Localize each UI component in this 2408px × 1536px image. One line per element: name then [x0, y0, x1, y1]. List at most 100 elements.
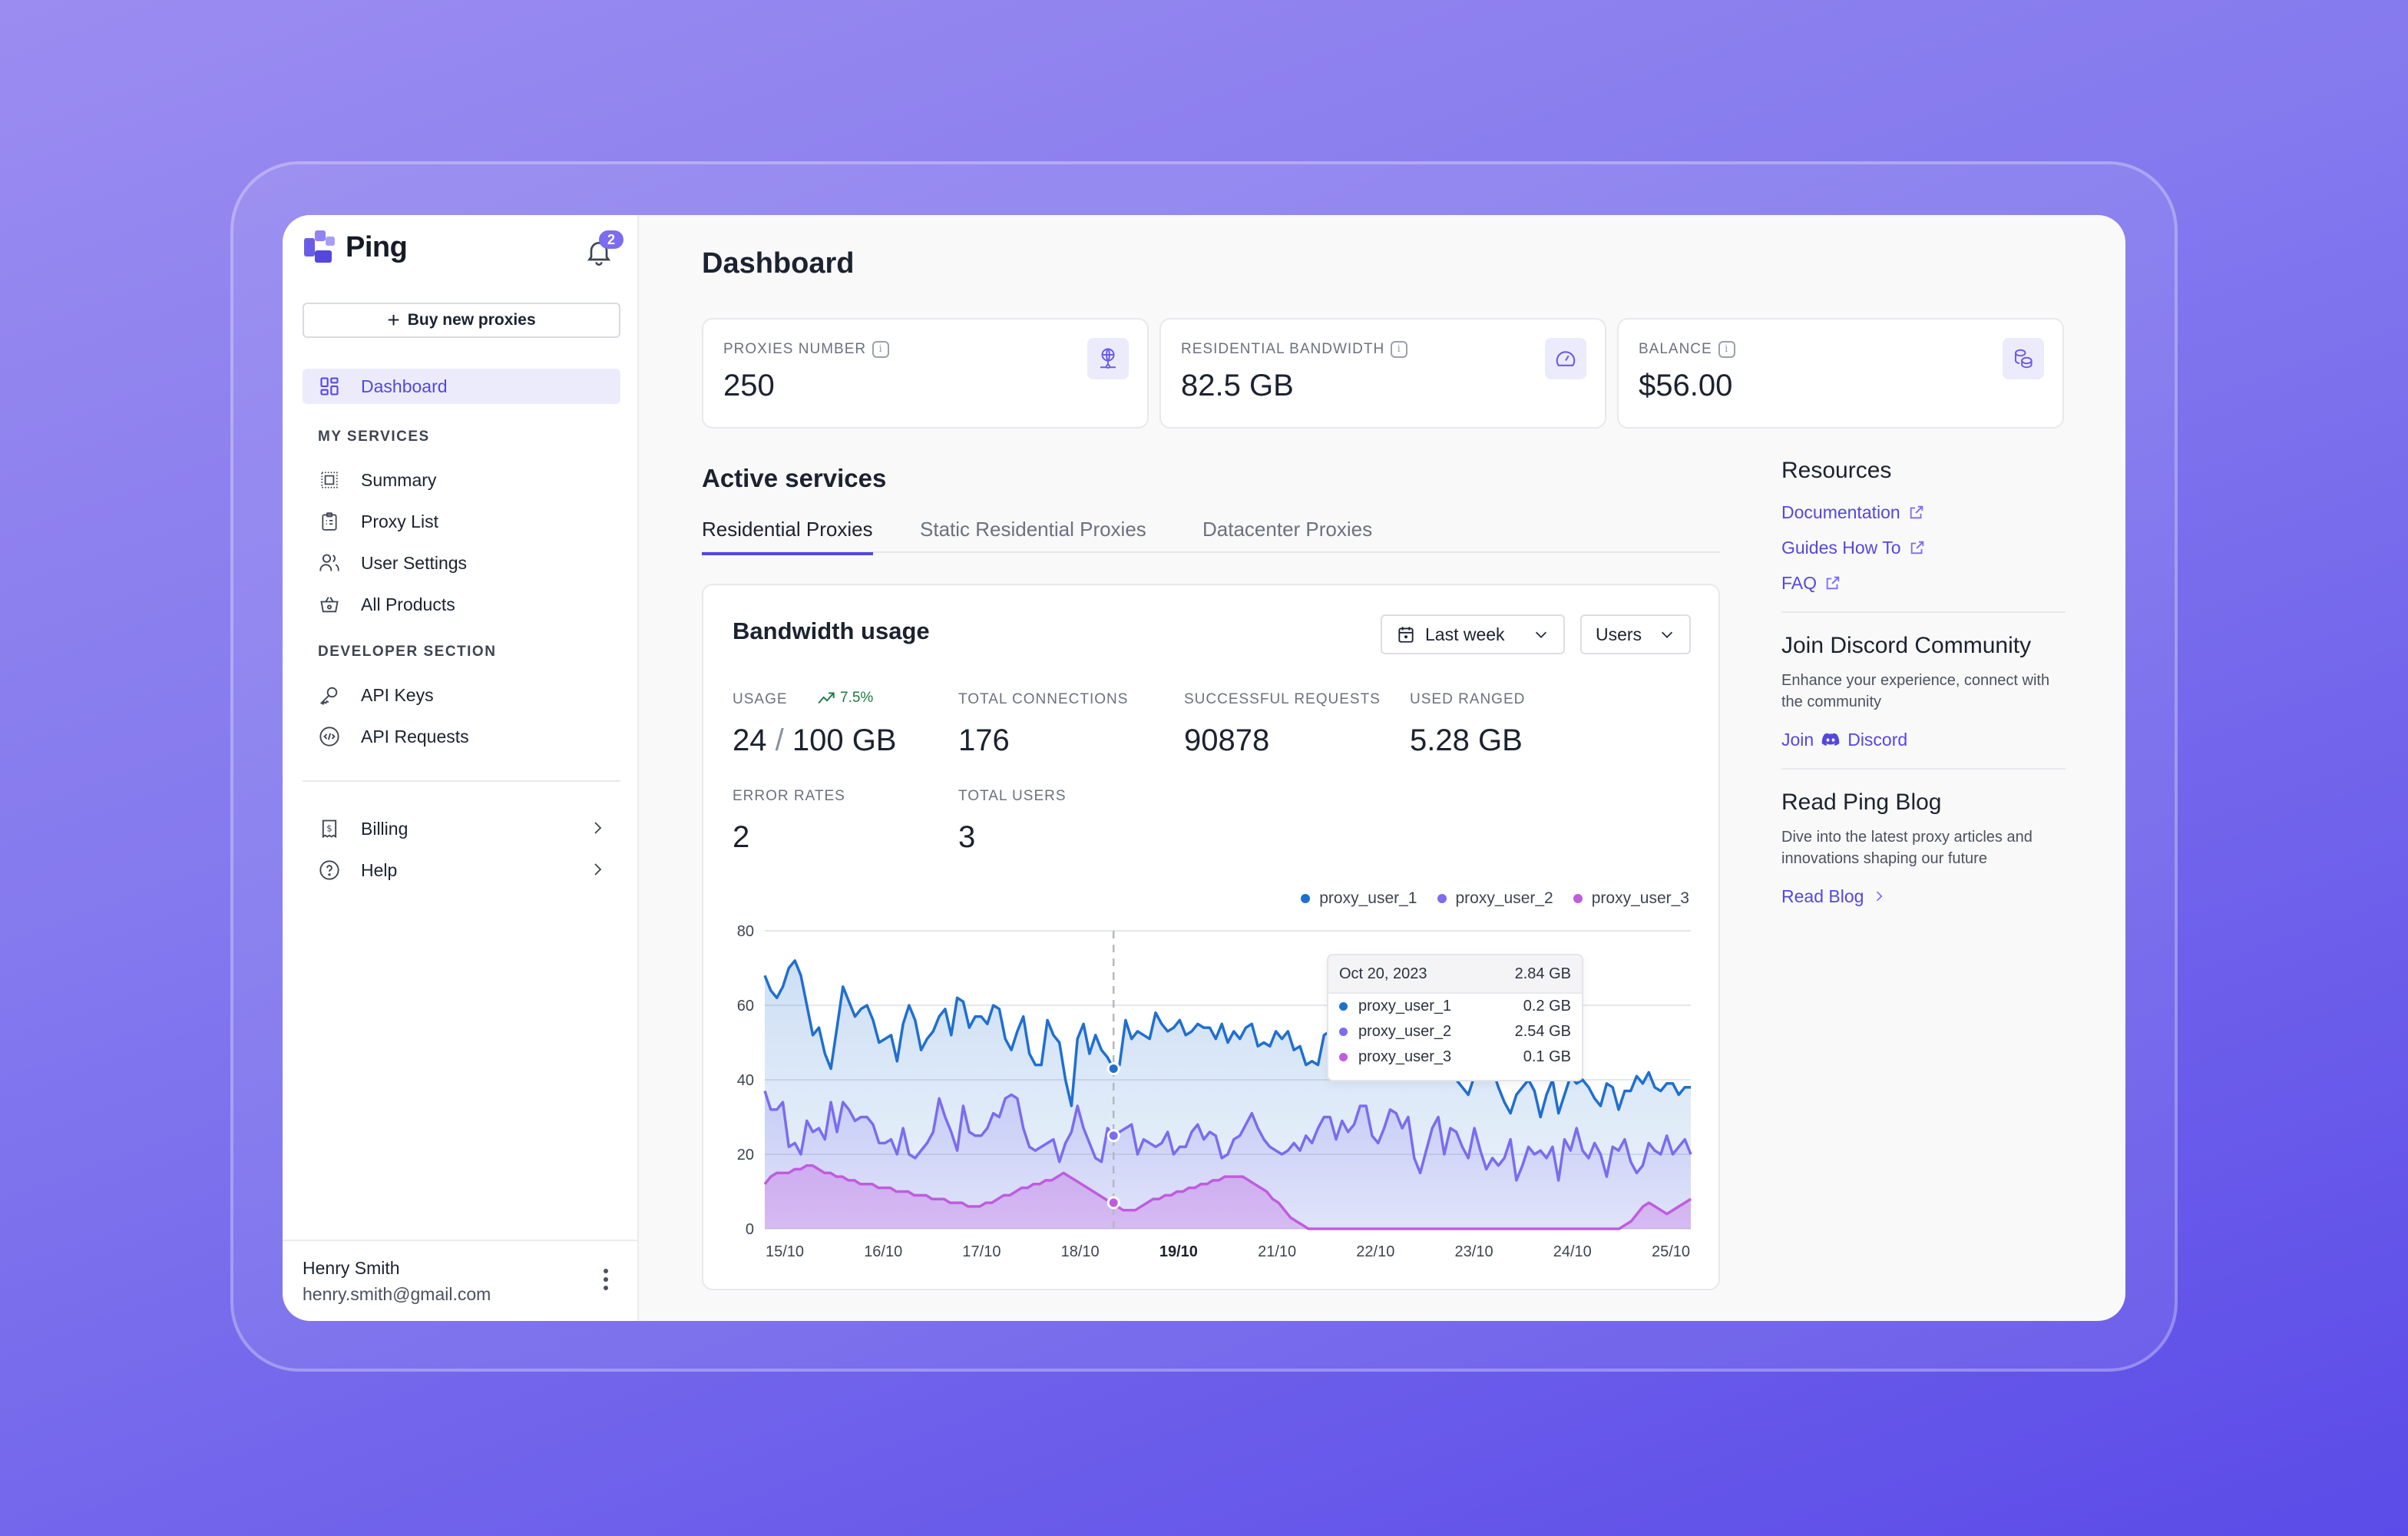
- sidebar-item-dashboard[interactable]: Dashboard: [303, 369, 620, 404]
- clipboard-list-icon: [316, 508, 342, 535]
- legend-dot: [1301, 894, 1311, 903]
- period-select[interactable]: Last week: [1381, 614, 1565, 654]
- calendar-icon: [1398, 627, 1414, 643]
- sidebar-item-label: All Products: [361, 594, 455, 614]
- sidebar-item-billing[interactable]: $ Billing: [303, 811, 620, 846]
- usage-total: 100 GB: [792, 723, 897, 757]
- tooltip-header: Oct 20, 2023 2.84 GB: [1328, 955, 1582, 994]
- metric-label-ranged: USED RANGED: [1410, 691, 1526, 707]
- sidebar-item-api-requests[interactable]: API Requests: [303, 719, 620, 754]
- metric-value-errors: 2: [733, 820, 750, 854]
- metric-value-connections: 176: [958, 723, 1010, 757]
- more-vertical-icon[interactable]: [602, 1269, 610, 1293]
- stat-label: RESIDENTIAL BANDWIDTH: [1181, 341, 1385, 357]
- page-title: Dashboard: [702, 247, 855, 280]
- legend-label: proxy_user_3: [1591, 889, 1689, 907]
- info-icon[interactable]: i: [872, 341, 890, 358]
- y-tick-label: 80: [737, 923, 754, 940]
- link-label: Join: [1781, 729, 1814, 750]
- globe-network-icon: [1087, 338, 1129, 379]
- sidebar-item-user-settings[interactable]: User Settings: [303, 545, 620, 581]
- tooltip-series-value: 0.2 GB: [1523, 998, 1571, 1015]
- metric-label-connections: TOTAL CONNECTIONS: [958, 691, 1129, 707]
- users-icon: [316, 550, 342, 576]
- legend-item[interactable]: proxy_user_1: [1301, 889, 1417, 908]
- tooltip-dot: [1339, 1028, 1348, 1036]
- tooltip-row: proxy_user_3 0.1 GB: [1328, 1044, 1582, 1070]
- usage-trend: 7.5%: [817, 690, 873, 707]
- stat-label-wrap: RESIDENTIAL BANDWIDTH i: [1181, 341, 1408, 358]
- basket-icon: [316, 591, 342, 617]
- card-title: Bandwidth usage: [733, 617, 930, 644]
- metric-label-errors: ERROR RATES: [733, 788, 845, 804]
- sidebar-item-help[interactable]: Help: [303, 852, 620, 888]
- sidebar-item-label: Help: [361, 859, 398, 880]
- x-tick-label: 23/10: [1455, 1243, 1493, 1260]
- group-select[interactable]: Users: [1580, 614, 1691, 654]
- hover-marker: [1106, 1129, 1120, 1143]
- user-name: Henry Smith: [303, 1258, 400, 1278]
- y-tick-label: 60: [737, 998, 754, 1015]
- legend-label: proxy_user_1: [1319, 889, 1417, 907]
- sidebar-item-label: Summary: [361, 469, 437, 490]
- sidebar-item-all-products[interactable]: All Products: [303, 587, 620, 622]
- tooltip-series-value: 0.1 GB: [1523, 1048, 1571, 1065]
- resources-title: Resources: [1781, 458, 1892, 483]
- plus-icon: +: [387, 308, 400, 332]
- usage-used: 24: [733, 723, 767, 757]
- stat-card-proxies: PROXIES NUMBER i 250: [702, 318, 1149, 429]
- info-icon[interactable]: i: [1718, 341, 1735, 358]
- tooltip-series-value: 2.54 GB: [1514, 1023, 1571, 1040]
- link-label: Read Blog: [1781, 886, 1864, 906]
- chevron-down-icon: [1661, 631, 1673, 638]
- chart-legend: proxy_user_1 proxy_user_2 proxy_user_3: [1301, 889, 1689, 908]
- x-tick-label: 25/10: [1652, 1243, 1690, 1260]
- x-tick-label: 19/10: [1159, 1243, 1198, 1260]
- sidebar-item-label: API Keys: [361, 684, 434, 705]
- bandwidth-usage-card: Bandwidth usage Last week Users USAGE 7.…: [702, 584, 1720, 1290]
- x-tick-label: 16/10: [864, 1243, 902, 1260]
- tab-residential-proxies[interactable]: Residential Proxies: [702, 518, 873, 555]
- trending-up-icon: [818, 692, 835, 704]
- stat-value: 82.5 GB: [1181, 369, 1294, 402]
- section-label-my-services: MY SERVICES: [318, 429, 430, 445]
- link-documentation[interactable]: Documentation: [1781, 495, 2066, 530]
- coins-icon: [2003, 338, 2044, 379]
- hover-marker: [1106, 1061, 1120, 1075]
- link-label: FAQ: [1781, 572, 1818, 593]
- stat-value: 250: [723, 369, 775, 402]
- hover-marker: [1106, 1196, 1120, 1210]
- stat-card-balance: BALANCE i $56.00: [1617, 318, 2064, 429]
- buy-new-proxies-button[interactable]: + Buy new proxies: [303, 303, 620, 338]
- tab-static-residential-proxies[interactable]: Static Residential Proxies: [920, 518, 1146, 552]
- link-faq[interactable]: FAQ: [1781, 565, 2066, 601]
- logo[interactable]: Ping: [304, 230, 408, 264]
- discord-title: Join Discord Community: [1781, 633, 2032, 658]
- sidebar-item-proxy-list[interactable]: Proxy List: [303, 504, 620, 539]
- sidebar-item-api-keys[interactable]: API Keys: [303, 677, 620, 713]
- active-services-title: Active services: [702, 464, 887, 492]
- user-profile[interactable]: Henry Smith henry.smith@gmail.com: [283, 1240, 637, 1321]
- summary-icon: [316, 467, 342, 493]
- tooltip-row: proxy_user_1 0.2 GB: [1328, 994, 1582, 1019]
- join-discord-link[interactable]: Join Discord: [1781, 722, 2066, 757]
- link-guides[interactable]: Guides How To: [1781, 530, 2066, 565]
- service-tabs: Residential Proxies Static Residential P…: [702, 513, 1720, 555]
- code-icon: [316, 723, 342, 750]
- usage-trend-value: 7.5%: [840, 690, 874, 706]
- tab-datacenter-proxies[interactable]: Datacenter Proxies: [1202, 518, 1372, 552]
- legend-item[interactable]: proxy_user_2: [1437, 889, 1553, 908]
- link-label: Guides How To: [1781, 537, 1901, 558]
- y-tick-label: 20: [737, 1147, 754, 1164]
- tooltip-series-name: proxy_user_1: [1358, 998, 1452, 1015]
- ping-logo-icon: [304, 230, 338, 264]
- info-icon[interactable]: i: [1391, 341, 1408, 358]
- resources-divider: [1781, 611, 2066, 613]
- main-content: Dashboard PROXIES NUMBER i 250 RESIDENTI…: [639, 215, 2125, 1321]
- legend-dot: [1573, 894, 1583, 903]
- stat-card-bandwidth: RESIDENTIAL BANDWIDTH i 82.5 GB: [1159, 318, 1606, 429]
- metric-label-requests: SUCCESSFUL REQUESTS: [1184, 691, 1381, 707]
- read-blog-link[interactable]: Read Blog: [1781, 879, 2066, 914]
- sidebar-item-summary[interactable]: Summary: [303, 462, 620, 498]
- legend-item[interactable]: proxy_user_3: [1573, 889, 1689, 908]
